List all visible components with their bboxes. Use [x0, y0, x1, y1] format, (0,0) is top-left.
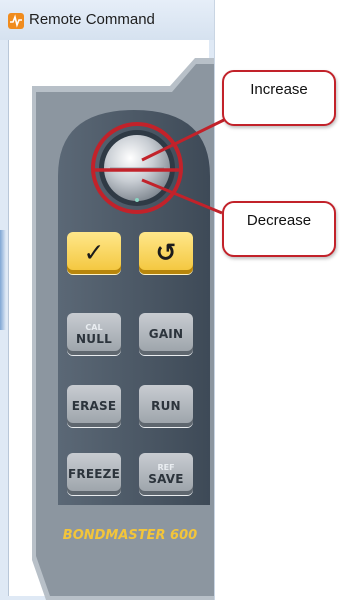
increase-label: Increase	[250, 81, 308, 98]
decrease-label: Decrease	[246, 212, 312, 229]
increase-callout: Increase	[222, 70, 336, 126]
increase-pointer	[141, 116, 229, 162]
knob-highlight-circle	[91, 122, 183, 214]
decrease-callout: Decrease	[222, 201, 336, 257]
